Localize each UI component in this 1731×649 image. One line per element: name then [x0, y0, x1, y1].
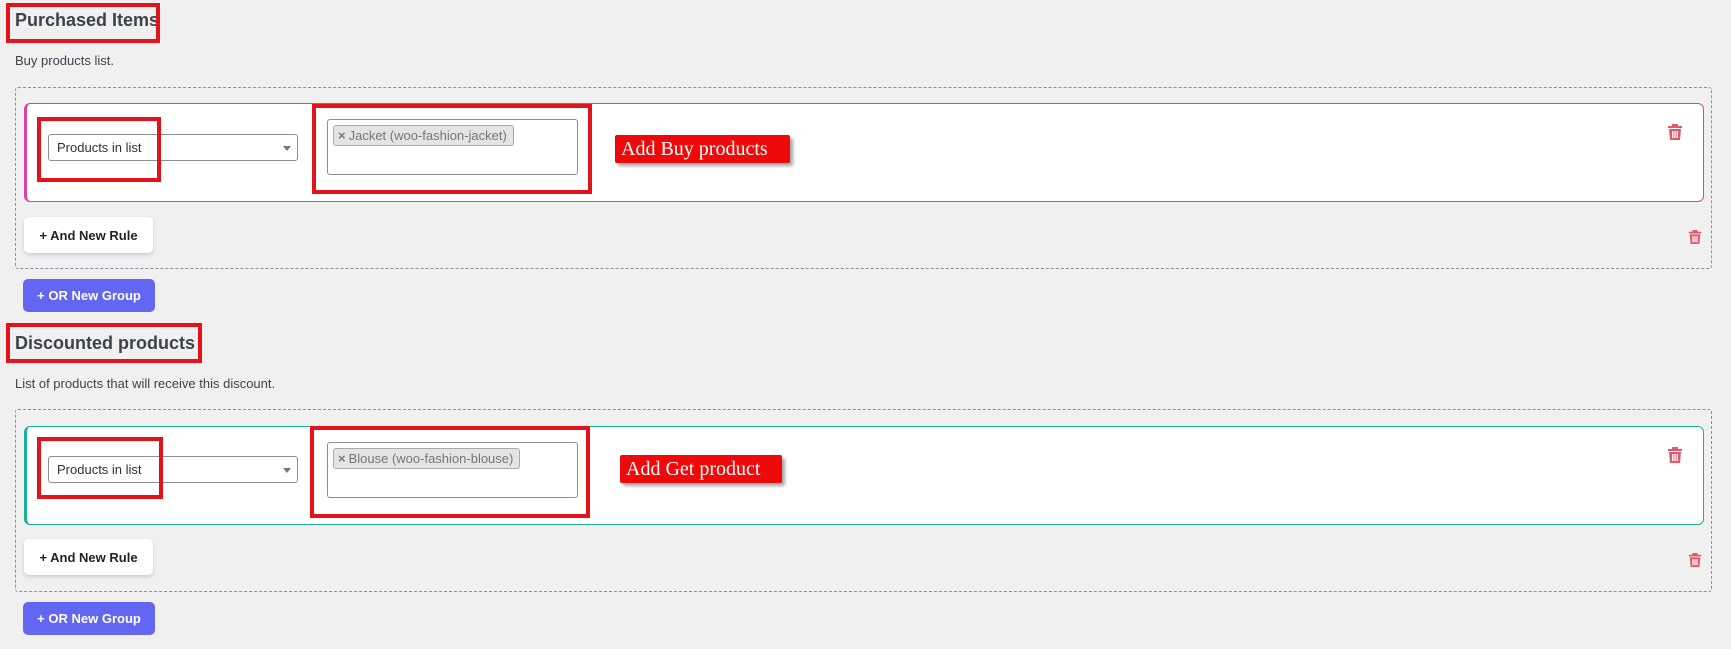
trash-icon[interactable]: [1667, 123, 1683, 141]
discounted-section-description: List of products that will receive this …: [15, 376, 276, 391]
trash-icon[interactable]: [1688, 229, 1702, 245]
purchased-or-new-group-button[interactable]: + OR New Group: [23, 279, 155, 312]
annotation-highlight-discounted-title: [6, 323, 202, 363]
annotation-label-buy-products: Add Buy products: [615, 135, 790, 163]
purchased-and-new-rule-button[interactable]: + And New Rule: [24, 217, 153, 253]
discounted-and-new-rule-button[interactable]: + And New Rule: [24, 539, 153, 575]
caret-down-icon: [283, 145, 291, 151]
annotation-highlight-purchased-select: [37, 117, 161, 182]
annotation-highlight-discounted-products: [310, 426, 590, 518]
trash-icon[interactable]: [1667, 446, 1683, 464]
annotation-label-get-product: Add Get product: [620, 455, 782, 483]
trash-icon[interactable]: [1688, 552, 1702, 568]
annotation-highlight-discounted-select: [37, 437, 163, 499]
purchased-section-description: Buy products list.: [15, 53, 114, 68]
discounted-or-new-group-button[interactable]: + OR New Group: [23, 602, 155, 635]
caret-down-icon: [283, 467, 291, 473]
annotation-highlight-purchased-title: [6, 3, 160, 43]
annotation-highlight-purchased-products: [312, 104, 592, 194]
